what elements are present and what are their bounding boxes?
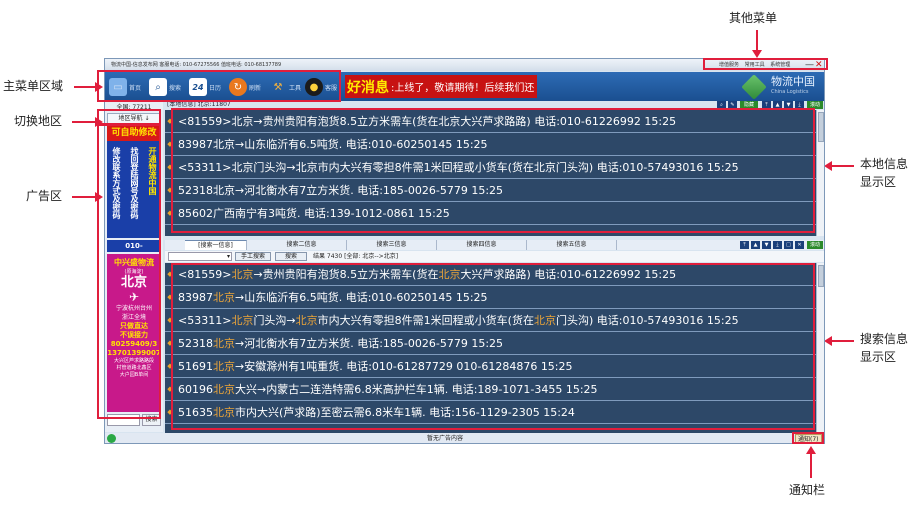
scrollbar-thumb[interactable] [818, 112, 824, 142]
promo-text: :上线了，敬请期待！后续我们还 [391, 83, 535, 94]
search-scrollbar[interactable] [816, 263, 824, 433]
status-bar: 暂无广告内容 通知(7) [105, 433, 824, 443]
search-toolbar: 手工搜索 搜索 结果 7430 [全部: 北京-->北京] [165, 251, 824, 262]
tab-search-3[interactable]: 搜索三信息 [347, 240, 437, 250]
promo-banner[interactable]: 好消息 :上线了，敬请期待！后续我们还 [345, 75, 537, 98]
callout-arrow [806, 446, 816, 454]
callout-line [830, 340, 854, 342]
callout-notice-bar: 通知栏 [789, 483, 826, 497]
search-button[interactable]: 搜索 [275, 252, 307, 261]
status-ad-text: 暂无广告内容 [426, 435, 463, 442]
highlight-other-menu [703, 58, 828, 70]
callout-line [756, 30, 758, 52]
logo-text: 物流中国 China Logistics [771, 76, 815, 98]
highlight-main-menu [97, 70, 341, 102]
callout-local-info-2: 显示区 [860, 175, 897, 189]
tab-search-4[interactable]: 搜索四信息 [437, 240, 527, 250]
tab-search-1[interactable]: [搜索一信息] [185, 240, 247, 250]
callout-arrow [824, 161, 832, 171]
callout-arrow [824, 336, 832, 346]
close-small-icon[interactable]: ✕ [795, 241, 804, 249]
top-icon[interactable]: ⤒ [740, 241, 749, 249]
callout-line [810, 452, 812, 478]
callout-search-info-2: 显示区 [860, 350, 897, 364]
tab-search-2[interactable]: 搜索二信息 [257, 240, 347, 250]
up-icon[interactable]: ▲ [751, 241, 760, 249]
callout-arrow [752, 50, 762, 58]
logo-cube-icon [741, 74, 767, 100]
callout-ad-area: 广告区 [26, 189, 63, 203]
callout-line [74, 86, 96, 88]
highlight-notice [792, 432, 824, 444]
local-scrollbar[interactable] [816, 110, 824, 236]
callout-search-info: 搜索信息 [860, 332, 909, 346]
logo-subtitle: China Logistics [771, 89, 809, 95]
callout-local-info: 本地信息 [860, 157, 909, 171]
status-online-icon [107, 434, 116, 443]
tab-search-5[interactable]: 搜索五信息 [527, 240, 617, 250]
highlight-local-info [171, 108, 815, 233]
callout-switch-region: 切换地区 [14, 114, 63, 128]
down-icon[interactable]: ▼ [762, 241, 771, 249]
search-result-count: 结果 7430 [全部: 北京-->北京] [313, 253, 399, 260]
scroll-button[interactable]: 滚动 [807, 241, 823, 249]
highlight-region [97, 109, 161, 125]
manual-search-button[interactable]: 手工搜索 [235, 252, 271, 261]
search-condition-select[interactable] [168, 251, 232, 262]
scrollbar-thumb[interactable] [818, 265, 824, 287]
brand-logo: 物流中国 China Logistics [741, 74, 815, 100]
callout-other-menu: 其他菜单 [729, 11, 778, 25]
callout-line [72, 121, 96, 123]
window-icon[interactable]: □ [784, 241, 793, 249]
bottom-icon[interactable]: ⤓ [773, 241, 782, 249]
highlight-search-info [171, 263, 815, 430]
callout-line [830, 165, 854, 167]
promo-headline: 好消息 [347, 79, 389, 96]
callout-line [72, 196, 96, 198]
highlight-ad-area [97, 124, 161, 419]
search-tabs: [搜索一信息] 搜索二信息 搜索三信息 搜索四信息 搜索五信息 ⤒ ▲ ▼ ⤓ … [165, 240, 824, 250]
callout-main-menu: 主菜单区域 [3, 79, 64, 93]
